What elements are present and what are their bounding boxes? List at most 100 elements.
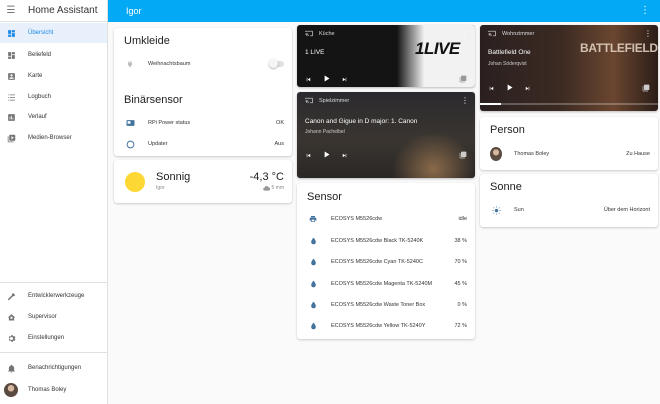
entity-state: Zu Hause (626, 151, 650, 157)
more-vert-icon[interactable]: ⋮ (640, 5, 650, 17)
sidebar-item-medien-browser[interactable]: Medien-Browser (0, 128, 107, 148)
entity-state: 72 % (454, 323, 467, 329)
sidebar-item-supervisor[interactable]: Supervisor (0, 307, 107, 327)
media-browse-icon[interactable] (642, 79, 650, 97)
app-title: Home Assistant (28, 5, 98, 16)
cast-icon (488, 30, 496, 37)
sidebar-item-user[interactable]: Thomas Boley (0, 380, 107, 400)
media-artist: Johann Pachelbel (305, 129, 345, 135)
bell-icon (0, 364, 22, 373)
media-browse-icon[interactable] (459, 70, 467, 87)
avatar (490, 147, 502, 161)
sidebar-item-karte[interactable]: Karte (0, 66, 107, 86)
media-source-name: Spielzimmer (319, 97, 350, 104)
play-icon[interactable] (322, 70, 331, 87)
skip-next-icon[interactable] (524, 79, 531, 97)
entity-name: ECOSYS M5526cdw Black TK-5240K (331, 238, 424, 244)
entity-row-weihnachtsbaum[interactable]: Weihnachtsbaum (114, 54, 292, 74)
more-vert-icon[interactable]: ⋮ (461, 29, 469, 38)
card-title: Binärsensor (124, 94, 183, 106)
card-title: Sonne (490, 181, 522, 193)
skip-previous-icon[interactable] (305, 146, 312, 164)
user-name: Thomas Boley (28, 387, 67, 393)
water-drop-icon (307, 280, 319, 288)
media-controls (305, 70, 348, 87)
sidebar-item-einstellungen[interactable]: Einstellungen (0, 328, 107, 348)
entity-row-updater[interactable]: Updater Aus (114, 134, 292, 154)
sidebar-item-label: Logbuch (28, 94, 52, 100)
media-player-kueche[interactable]: 1LIVE Küche ⋮ 1 LIVE (297, 25, 475, 87)
sidebar-item-entwicklerwerkzeuge[interactable]: Entwicklerwerkzeuge (0, 286, 107, 306)
entity-row-toner-black[interactable]: ECOSYS M5526cdw Black TK-5240K 38 % (297, 231, 475, 251)
account-box-icon (0, 72, 22, 81)
sidebar-item-label: Entwicklerwerkzeuge (28, 293, 85, 299)
media-source: Spielzimmer (305, 97, 349, 104)
entity-row-waste-toner[interactable]: ECOSYS M5526cdw Waste Toner Box 0 % (297, 295, 475, 315)
sidebar-item-label: Medien-Browser (28, 135, 72, 141)
entity-name: Sun (514, 207, 524, 213)
skip-next-icon[interactable] (341, 70, 348, 87)
skip-previous-icon[interactable] (488, 79, 495, 97)
entity-state: 70 % (454, 259, 467, 265)
media-player-wohnzimmer[interactable]: BATTLEFIELD 1 Wohnzimmer ⋮ Battlefield O… (480, 25, 658, 111)
entity-row-rpi-power[interactable]: RPi Power status OK (114, 113, 292, 133)
umkleide-card: Umkleide Weihnachtsbaum Binärsensor RPi … (114, 28, 292, 156)
sidebar-item-notifications[interactable]: Benachrichtigungen (0, 358, 107, 378)
person-card: Person Thomas Boley Zu Hause (480, 117, 658, 170)
sidebar-item-label: Beliefeld (28, 52, 52, 58)
sensor-card: Sensor ECOSYS M5526cdw idle ECOSYS M5526… (297, 183, 475, 339)
entity-row-toner-cyan[interactable]: ECOSYS M5526cdw Cyan TK-5240C 70 % (297, 252, 475, 272)
water-drop-icon (307, 301, 319, 309)
card-title: Sensor (307, 191, 342, 203)
media-title: Battlefield One (488, 49, 531, 56)
top-bar: Igor ⋮ (108, 0, 660, 22)
skip-next-icon[interactable] (341, 146, 348, 164)
dashboard-icon (0, 51, 22, 60)
entity-name: Weihnachtsbaum (148, 61, 191, 67)
media-source: Wohnzimmer (488, 30, 534, 37)
media-library-icon (0, 134, 22, 143)
sidebar-item-verlauf[interactable]: Verlauf (0, 107, 107, 127)
sidebar: ☰ Home Assistant Übersicht Beliefeld Kar… (0, 0, 108, 404)
entity-state: OK (276, 120, 284, 126)
more-vert-icon[interactable]: ⋮ (644, 29, 652, 38)
media-browse-icon[interactable] (459, 146, 467, 164)
media-controls (488, 79, 531, 97)
sidebar-item-label: Supervisor (28, 314, 57, 320)
entity-row-thomas-boley[interactable]: Thomas Boley Zu Hause (480, 144, 658, 164)
entity-row-printer[interactable]: ECOSYS M5526cdw idle (297, 209, 475, 229)
printer-icon (307, 215, 319, 223)
sidebar-item-uebersicht[interactable]: Übersicht (0, 23, 107, 43)
entity-row-toner-magenta[interactable]: ECOSYS M5526cdw Magenta TK-5240M 45 % (297, 274, 475, 294)
weather-wind: 5 mm (262, 185, 285, 191)
entity-name: ECOSYS M5526cdw (331, 216, 383, 222)
media-player-spielzimmer[interactable]: Spielzimmer ⋮ Canon and Gigue in D major… (297, 92, 475, 178)
skip-previous-icon[interactable] (305, 70, 312, 87)
list-icon (0, 93, 22, 102)
sidebar-item-logbuch[interactable]: Logbuch (0, 87, 107, 107)
media-progress-bar[interactable] (480, 103, 658, 105)
play-icon[interactable] (322, 146, 331, 164)
entity-row-toner-yellow[interactable]: ECOSYS M5526cdw Yellow TK-5240Y 72 % (297, 316, 475, 336)
sidebar-item-label: Übersicht (28, 30, 54, 36)
avatar (4, 383, 18, 397)
sidebar-item-label: Einstellungen (28, 335, 65, 341)
user-avatar (490, 147, 502, 161)
entity-name: ECOSYS M5526cdw Yellow TK-5240Y (331, 323, 426, 329)
wind-value: 5 mm (271, 185, 285, 191)
media-source-name: Küche (319, 30, 335, 37)
weihnachtsbaum-toggle[interactable] (269, 59, 284, 68)
menu-icon[interactable]: ☰ (0, 5, 22, 16)
entity-row-sun[interactable]: Sun Über dem Horizont (480, 200, 658, 220)
sidebar-item-beliefeld[interactable]: Beliefeld (0, 45, 107, 65)
media-title: 1 LIVE (305, 49, 325, 56)
entity-state: 38 % (454, 238, 467, 244)
notifications-label: Benachrichtigungen (28, 365, 82, 371)
weather-condition: Sonnig (156, 171, 191, 183)
water-drop-icon (307, 258, 319, 266)
play-icon[interactable] (505, 79, 514, 97)
sidebar-divider (0, 282, 107, 283)
album-art-logo: 1LIVE (415, 39, 460, 58)
more-vert-icon[interactable]: ⋮ (461, 96, 469, 105)
weather-card[interactable]: Sonnig Igor -4,3 °C 5 mm (114, 160, 292, 203)
